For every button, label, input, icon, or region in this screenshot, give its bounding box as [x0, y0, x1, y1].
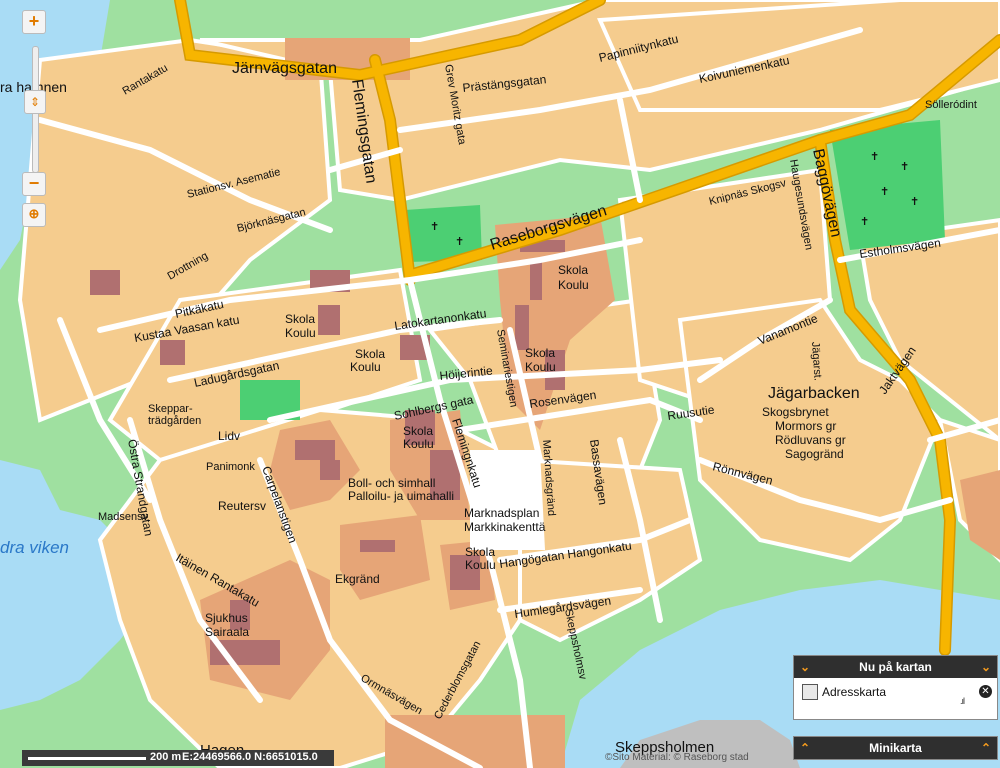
- label-koulu-4: Koulu: [350, 360, 381, 374]
- label-jagarbacken: Jägarbacken: [768, 385, 860, 402]
- svg-text:✝: ✝: [910, 196, 919, 208]
- label-skogsbrynet: Skogsbrynet: [762, 405, 829, 419]
- zoom-out-button[interactable]: −: [22, 172, 46, 196]
- zoom-in-button[interactable]: +: [22, 10, 46, 34]
- label-koulu-2: Koulu: [525, 360, 556, 374]
- minimap-panel-title: Minikarta: [869, 741, 922, 755]
- svg-text:✝: ✝: [860, 216, 869, 228]
- label-skola-2: Skola: [525, 346, 555, 360]
- label-lidv: Lidv: [218, 429, 240, 443]
- label-panimonk: Panimonk: [206, 461, 255, 473]
- label-palloilu: Palloilu- ja uimahalli: [348, 489, 454, 503]
- svg-text:✝: ✝: [900, 161, 909, 173]
- scale-distance: 200 m: [150, 751, 182, 763]
- chevron-down-icon[interactable]: ⌄: [981, 656, 991, 678]
- opacity-icon[interactable]: .ıl: [960, 687, 965, 715]
- zoom-control: + ⇕ − ⊕: [22, 10, 48, 240]
- svg-text:✝: ✝: [430, 221, 439, 233]
- minimap-panel: ⌃ Minikarta ⌃: [793, 736, 998, 760]
- label-skola-6: Skola: [465, 545, 495, 559]
- label-markkinakentta: Markkinakenttä: [464, 520, 546, 534]
- locate-icon[interactable]: ⊕: [22, 203, 46, 227]
- svg-text:✝: ✝: [870, 151, 879, 163]
- scale-bar: 200 m E:24469566.0 N:6651015.0: [22, 750, 334, 766]
- cemetery-east: [830, 120, 945, 250]
- label-skola-4: Skola: [355, 347, 385, 361]
- label-reutersv: Reutersv: [218, 499, 266, 513]
- label-sairaala: Sairaala: [205, 625, 249, 639]
- label-skola-1: Skola: [558, 263, 588, 277]
- label-koulu-5: Koulu: [403, 437, 434, 451]
- minimap-panel-header[interactable]: ⌃ Minikarta ⌃: [794, 737, 997, 759]
- chevron-up-icon[interactable]: ⌃: [800, 737, 810, 759]
- label-koulu-1: Koulu: [558, 278, 589, 292]
- coordinate-readout: E:24469566.0 N:6651015.0: [182, 751, 318, 763]
- label-ekgrand: Ekgränd: [335, 572, 380, 586]
- label-mormors: Mormors gr: [775, 419, 836, 433]
- layer-row: Adresskarta .ıl ✕: [794, 678, 997, 706]
- label-marknadsplan: Marknadsplan: [464, 506, 539, 520]
- chevron-down-icon[interactable]: ⌄: [800, 656, 810, 678]
- scale-line: [28, 757, 146, 760]
- label-koulu-3: Koulu: [285, 326, 316, 340]
- label-sollerodint: Sölleródint: [925, 99, 977, 111]
- label-koulu-6: Koulu: [465, 558, 496, 572]
- label-tradgarden: trädgården: [148, 415, 201, 427]
- label-boll: Boll- och simhall: [348, 476, 435, 490]
- layers-panel-header[interactable]: ⌄ Nu på kartan ⌄: [794, 656, 997, 678]
- layers-panel-title: Nu på kartan: [859, 660, 932, 674]
- label-sagogrand: Sagogränd: [785, 447, 844, 461]
- label-skola-5: Skola: [403, 424, 433, 438]
- label-skola-3: Skola: [285, 312, 315, 326]
- zoom-slider-handle[interactable]: ⇕: [24, 90, 46, 114]
- svg-text:✝: ✝: [455, 236, 464, 248]
- layer-name: Adresskarta: [822, 685, 887, 699]
- layers-panel: ⌄ Nu på kartan ⌄ Adresskarta .ıl ✕: [793, 655, 998, 720]
- layer-icon: [802, 684, 818, 700]
- label-skeppar: Skeppar-: [148, 403, 193, 415]
- label-rodluvans: Rödluvans gr: [775, 433, 846, 447]
- label-madsensv: Madsensv: [98, 511, 149, 523]
- copyright: ©Sito Material: © Raseborg stad: [605, 752, 749, 763]
- svg-text:✝: ✝: [880, 186, 889, 198]
- map-canvas[interactable]: ✝ ✝ ✝ ✝ ✝ ✝ ✝ Järnvägsgatan Flemingsgatan Ra…: [0, 0, 1000, 768]
- label-sjukhus: Sjukhus: [205, 611, 248, 625]
- close-icon[interactable]: ✕: [979, 685, 992, 698]
- label-jarnvagsgatan: Järnvägsgatan: [232, 60, 337, 77]
- chevron-up-icon[interactable]: ⌃: [981, 737, 991, 759]
- label-vika: dra viken: [0, 538, 69, 557]
